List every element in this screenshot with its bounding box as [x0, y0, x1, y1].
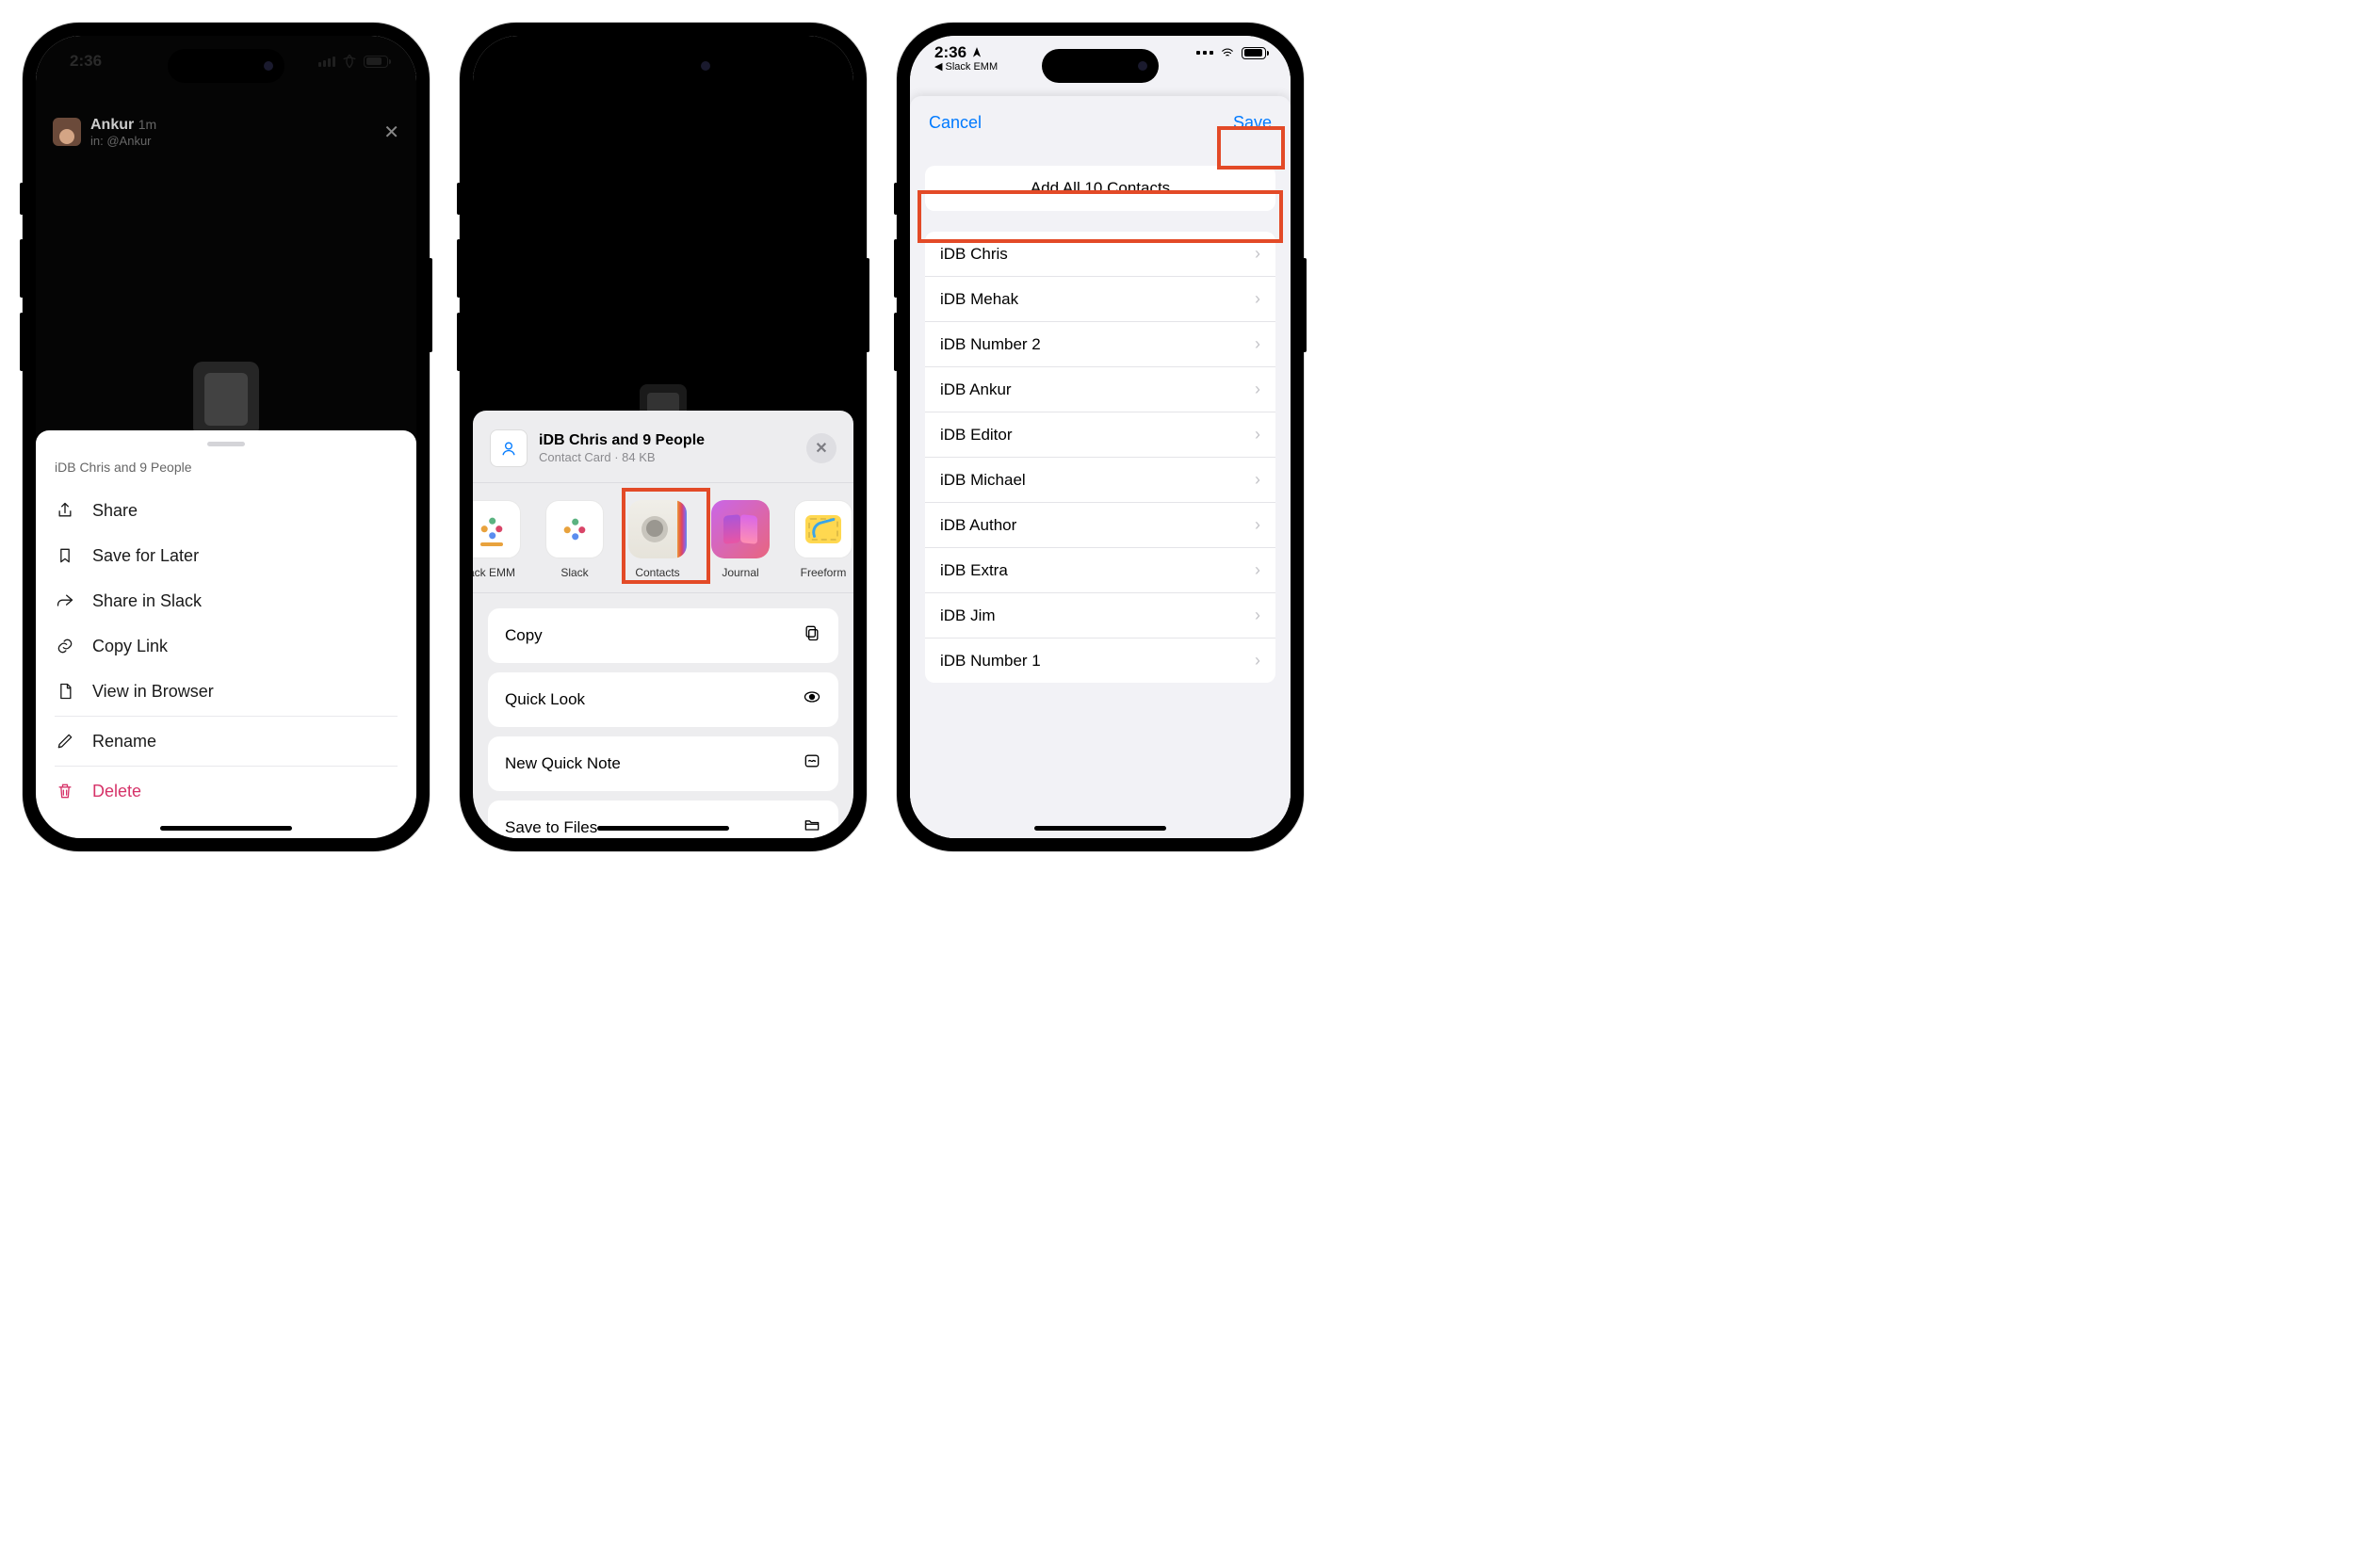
contact-row[interactable]: iDB Number 1›: [925, 639, 1275, 683]
status-dots-icon: [1196, 51, 1213, 55]
dynamic-island: [168, 49, 284, 83]
share-row[interactable]: Share: [36, 488, 416, 533]
chevron-right-icon: ›: [1255, 606, 1260, 625]
view-browser-row[interactable]: View in Browser: [36, 669, 416, 714]
chevron-right-icon: ›: [1255, 244, 1260, 264]
copy-link-row[interactable]: Copy Link: [36, 623, 416, 669]
chevron-right-icon: ›: [1255, 380, 1260, 399]
add-all-contacts-button[interactable]: Add All 10 Contacts: [925, 166, 1275, 211]
trash-icon: [55, 781, 75, 801]
contact-row[interactable]: iDB Jim›: [925, 593, 1275, 639]
link-icon: [55, 636, 75, 656]
share-icon: [55, 500, 75, 521]
document-icon: [55, 681, 75, 702]
sheet-file-title: iDB Chris and 9 People: [36, 456, 416, 488]
save-later-row[interactable]: Save for Later: [36, 533, 416, 578]
contact-row[interactable]: iDB Number 2›: [925, 322, 1275, 367]
app-slack-emm[interactable]: ack EMM: [473, 500, 524, 579]
bookmark-icon: [55, 545, 75, 566]
pencil-icon: [55, 731, 75, 752]
user-name: Ankur: [90, 117, 134, 133]
forward-icon: [55, 590, 75, 611]
wifi-icon: [1219, 46, 1236, 59]
chevron-right-icon: ›: [1255, 470, 1260, 490]
freeform-icon: [794, 500, 853, 558]
contact-row[interactable]: iDB Michael›: [925, 458, 1275, 503]
app-contacts[interactable]: Contacts: [625, 500, 690, 579]
battery-icon: [1242, 47, 1266, 59]
chevron-right-icon: ›: [1255, 425, 1260, 445]
chevron-right-icon: ›: [1255, 515, 1260, 535]
chevron-right-icon: ›: [1255, 289, 1260, 309]
slack-icon: [545, 500, 604, 558]
channel-sub: in: @Ankur: [90, 134, 156, 149]
copy-icon: [803, 623, 821, 648]
dynamic-island: [1042, 49, 1159, 83]
app-freeform[interactable]: Freeform: [791, 500, 853, 579]
rename-row[interactable]: Rename: [36, 719, 416, 764]
save-button[interactable]: Save: [1233, 113, 1272, 133]
contact-card-icon: [490, 429, 528, 467]
contacts-app-icon: [628, 500, 687, 558]
contact-row[interactable]: iDB Editor›: [925, 412, 1275, 458]
avatar: [53, 118, 81, 146]
file-icon: [193, 362, 259, 437]
save-files-action[interactable]: Save to Files: [488, 800, 838, 838]
share-title: iDB Chris and 9 People: [539, 431, 795, 450]
share-subtitle: Contact Card · 84 KB: [539, 450, 795, 465]
action-sheet: iDB Chris and 9 People Share Save for La…: [36, 430, 416, 838]
status-time: 2:36: [70, 52, 102, 71]
phone-2: iDB Chris and 9 People Contact Card · 84…: [460, 23, 867, 851]
share-slack-row[interactable]: Share in Slack: [36, 578, 416, 623]
chevron-right-icon: ›: [1255, 334, 1260, 354]
contacts-import-sheet: Cancel Save Add All 10 Contacts iDB Chri…: [910, 96, 1291, 838]
slack-emm-icon: [473, 500, 521, 558]
contact-row[interactable]: iDB Mehak›: [925, 277, 1275, 322]
quicklook-action[interactable]: Quick Look: [488, 672, 838, 727]
app-journal[interactable]: Journal: [708, 500, 772, 579]
phone-1: 2:36 Ankur 1m in: @Ankur ✕ ‹ vCard File …: [23, 23, 430, 851]
delete-row[interactable]: Delete: [36, 768, 416, 814]
grabber[interactable]: [207, 442, 245, 446]
phone-3: 2:36 ◀ Slack EMM Cancel Save Add All 10 …: [897, 23, 1304, 851]
share-apps-row[interactable]: ack EMM Slack Contacts Journal: [473, 482, 853, 593]
folder-icon: [803, 816, 821, 838]
chevron-right-icon: ›: [1255, 651, 1260, 671]
contacts-list: iDB Chris› iDB Mehak› iDB Number 2› iDB …: [925, 232, 1275, 683]
app-slack[interactable]: Slack: [543, 500, 607, 579]
new-quicknote-action[interactable]: New Quick Note: [488, 736, 838, 791]
eye-icon: [803, 687, 821, 712]
home-indicator[interactable]: [597, 826, 729, 831]
file-header: Ankur 1m in: @Ankur ✕: [36, 105, 416, 158]
quicknote-icon: [803, 752, 821, 776]
dynamic-island: [605, 49, 722, 83]
contact-row[interactable]: iDB Extra›: [925, 548, 1275, 593]
share-sheet: iDB Chris and 9 People Contact Card · 84…: [473, 411, 853, 838]
contact-row[interactable]: iDB Author›: [925, 503, 1275, 548]
chevron-right-icon: ›: [1255, 560, 1260, 580]
copy-action[interactable]: Copy: [488, 608, 838, 663]
close-icon[interactable]: ✕: [383, 121, 399, 144]
home-indicator[interactable]: [1034, 826, 1166, 831]
cancel-button[interactable]: Cancel: [929, 113, 982, 133]
journal-icon: [711, 500, 770, 558]
contact-row[interactable]: iDB Ankur›: [925, 367, 1275, 412]
status-time: 2:36: [934, 43, 966, 62]
msg-time: 1m: [138, 117, 156, 132]
close-share-button[interactable]: ✕: [806, 433, 836, 463]
home-indicator[interactable]: [160, 826, 292, 831]
contact-row[interactable]: iDB Chris›: [925, 232, 1275, 277]
